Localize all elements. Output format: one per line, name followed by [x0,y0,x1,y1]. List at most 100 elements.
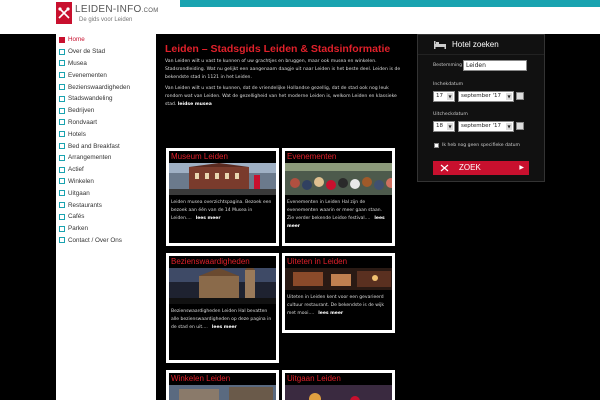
sidebar-item-bezienswaardigheden[interactable]: Bezienswaardigheden [56,81,156,93]
bed-icon [434,41,446,49]
checkout-month-select[interactable]: september '17 ▼ [458,121,514,132]
card-image-bezienswaardigheden[interactable] [169,268,276,304]
inline-link-leidse-musea[interactable]: leidse musea [178,102,212,107]
page-title: Leiden – Stadsgids Leiden & Stadsinforma… [165,43,391,55]
sidebar-item-cafes[interactable]: Cafés [56,211,156,223]
sidebar-item-label: Restaurants [68,201,102,209]
card-title[interactable]: Bezienswaardigheden [169,256,276,268]
bullet-icon [59,84,65,91]
card-uitgaan[interactable]: Uitgaan Leiden [282,370,395,400]
card-title[interactable]: Museum Leiden [169,151,276,163]
crowd-photo-icon [285,163,392,195]
sidebar-item-label: Winkelen [68,177,94,185]
checkin-month-select[interactable]: september '17 ▼ [458,91,514,102]
checkin-day-select[interactable]: 17 ▼ [433,91,455,102]
restaurant-photo-icon [285,268,392,290]
bullet-icon [59,95,65,102]
sidebar-item-arrangementen[interactable]: Arrangementen [56,152,156,164]
card-text: Evenementen in Leiden Hal zijn de evenem… [285,195,392,231]
read-more-link[interactable]: lees meer [196,216,221,221]
bullet-icon [59,237,65,244]
site-name[interactable]: LEIDEN-INFO.COM [75,4,159,15]
sidebar-item-rondvaart[interactable]: Rondvaart [56,117,156,129]
no-date-checkbox[interactable] [434,143,439,148]
checkin-calendar-icon[interactable] [516,92,524,100]
intro-text: Van Leiden wilt u vast te kunnen of uw g… [165,58,403,112]
sidebar-item-musea[interactable]: Musea [56,58,156,70]
card-museum[interactable]: Museum Leiden Leiden musea overzichtspag… [166,148,279,246]
sidebar-item-parken[interactable]: Parken [56,223,156,235]
sidebar-item-label: Musea [68,59,87,67]
sidebar-item-label: Evenementen [68,71,107,79]
sidebar-item-evenementen[interactable]: Evenementen [56,69,156,81]
bullet-icon [59,48,65,55]
sidebar-item-restaurants[interactable]: Restaurants [56,199,156,211]
site-suffix: .COM [141,8,159,14]
bullet-icon [59,60,65,67]
sidebar-item-label: Arrangementen [68,154,112,162]
keys-icon [440,164,449,172]
checkin-day-value: 17 [436,93,443,99]
sidebar-item-label: Bed and Breakfast [68,142,120,150]
card-text: Uiteten in Leiden kent voor een gevariee… [285,290,392,318]
site-logo[interactable] [56,2,72,24]
checkout-calendar-icon[interactable] [516,122,524,130]
card-image-winkelen[interactable] [169,385,276,400]
card-title[interactable]: Winkelen Leiden [169,373,276,385]
card-image-museum[interactable] [169,163,276,195]
arrow-right-icon: ▶ [519,165,524,171]
sidebar-item-winkelen[interactable]: Winkelen [56,176,156,188]
search-button[interactable]: ZOEK ▶ [433,161,529,175]
sidebar-item-hotels[interactable]: Hotels [56,128,156,140]
sidebar-item-stadswandeling[interactable]: Stadswandeling [56,93,156,105]
sidebar-item-bed-and-breakfast[interactable]: Bed and Breakfast [56,140,156,152]
checkout-month-value: september '17 [461,123,502,129]
site-name-text: LEIDEN-INFO [75,4,142,15]
sidebar-item-label: Cafés [68,213,85,221]
chevron-down-icon: ▼ [506,123,512,130]
card-image-evenementen[interactable] [285,163,392,195]
search-button-label: ZOEK [459,163,481,172]
header-accent-strip [180,0,600,7]
no-date-label: Ik heb nog geen specifieke datum [442,143,520,148]
sidebar-item-actief[interactable]: Actief [56,164,156,176]
bullet-icon [59,143,65,150]
destination-input[interactable]: Leiden [463,60,527,71]
checkout-day-value: 18 [436,123,443,129]
bullet-icon [59,225,65,232]
sidebar-item-label: Bedrijven [68,107,95,115]
sidebar-item-over-de-stad[interactable]: Over de Stad [56,46,156,58]
checkin-label: Inchekdatum [433,82,464,87]
card-image-uitgaan[interactable] [285,385,392,400]
card-winkelen[interactable]: Winkelen Leiden [166,370,279,400]
sidebar-item-contact[interactable]: Contact / Over Ons [56,235,156,247]
sidebar-item-label: Parken [68,225,88,233]
card-bezienswaardigheden[interactable]: Bezienswaardigheden Bezienswaardigheden … [166,253,279,363]
bullet-icon [59,131,65,138]
chevron-down-icon: ▼ [506,93,512,100]
museum-photo-icon [169,163,276,195]
card-title[interactable]: Evenementen [285,151,392,163]
chevron-down-icon: ▼ [447,123,453,130]
bullet-icon [59,190,65,197]
sidebar-item-label: Home [68,36,85,44]
card-uiteten[interactable]: Uiteten in Leiden Uiteten in Leiden kent… [282,253,395,333]
card-title[interactable]: Uiteten in Leiden [285,256,392,268]
keys-logo-icon [58,7,70,19]
bullet-icon [59,154,65,161]
bullet-icon [59,119,65,126]
card-title[interactable]: Uitgaan Leiden [285,373,392,385]
sidebar-item-label: Hotels [68,130,86,138]
nightlife-photo-icon [285,385,392,400]
checkin-month-value: september '17 [461,93,502,99]
sidebar-item-bedrijven[interactable]: Bedrijven [56,105,156,117]
sidebar-item-label: Uitgaan [68,189,90,197]
card-image-uiteten[interactable] [285,268,392,290]
checkout-day-select[interactable]: 18 ▼ [433,121,455,132]
read-more-link[interactable]: lees meer [318,311,343,316]
sidebar-item-home[interactable]: Home [56,34,156,46]
bullet-icon [59,213,65,220]
read-more-link[interactable]: lees meer [212,325,237,330]
sidebar-item-uitgaan[interactable]: Uitgaan [56,187,156,199]
card-evenementen[interactable]: Evenementen Evenementen in Leiden Hal zi… [282,148,395,246]
